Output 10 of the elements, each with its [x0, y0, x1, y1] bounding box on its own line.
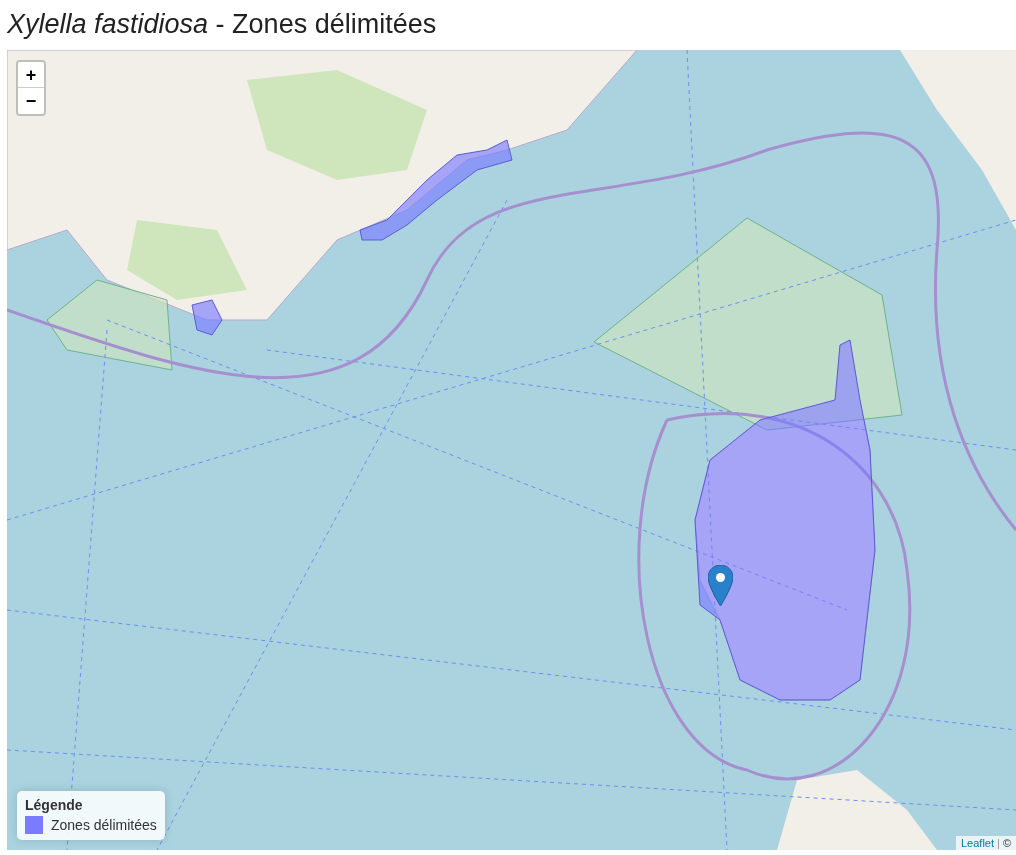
- page-title: Xylella fastidiosa - Zones délimitées: [7, 8, 437, 41]
- zoom-in-button[interactable]: +: [18, 62, 44, 88]
- map-marker-icon[interactable]: [708, 565, 733, 606]
- legend-label: Zones délimitées: [51, 817, 157, 833]
- separator: |: [997, 837, 1000, 849]
- copyright-symbol: ©: [1002, 837, 1011, 849]
- legend-title: Légende: [25, 797, 84, 813]
- map-background[interactable]: + − Légende Zones délimitées Leaflet | ©: [7, 50, 1016, 850]
- leaflet-link[interactable]: Leaflet: [961, 837, 995, 849]
- zoom-out-button[interactable]: −: [18, 88, 44, 114]
